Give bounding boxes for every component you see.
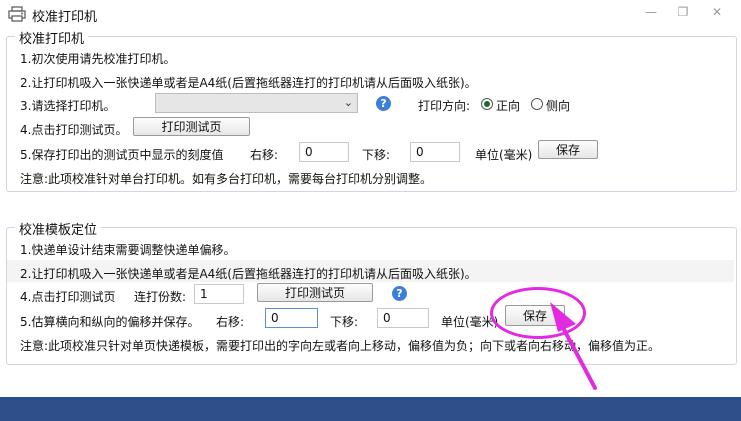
- s2-step1-text: 1.快递单设计结束需要调整快递单偏移。: [20, 243, 236, 257]
- s1-step1-text: 1.初次使用请先校准打印机。: [20, 52, 176, 66]
- radio-landscape-label: 侧向: [546, 99, 571, 113]
- window-controls: — ❐ ✕: [635, 2, 735, 24]
- copies-label: 连打份数:: [134, 290, 187, 304]
- minimize-icon: —: [645, 5, 657, 19]
- annotation-arrow-icon: [550, 302, 597, 390]
- copies-input[interactable]: 1: [194, 284, 244, 304]
- s2-print-test-button[interactable]: 打印测试页: [257, 283, 373, 302]
- title-bar: 校准打印机 — ❐ ✕: [0, 0, 741, 28]
- radio-portrait-label: 正向: [496, 99, 521, 113]
- s2-down-label: 下移:: [330, 315, 359, 329]
- s2-right-input[interactable]: 0: [265, 308, 318, 328]
- s2-down-input[interactable]: 0: [377, 308, 429, 328]
- window-title: 校准打印机: [32, 10, 98, 25]
- minimize-button[interactable]: —: [635, 2, 667, 22]
- s1-right-label: 右移:: [250, 148, 279, 162]
- s1-unit-label: 单位(毫米): [475, 148, 533, 162]
- printer-app-icon: [8, 6, 26, 22]
- s1-step3-label: 3.请选择打印机。: [20, 99, 116, 113]
- s1-step2-text: 2.让打印机吸入一张快递单或者是A4纸(后置拖纸器连打的打印机请从后面吸入纸张)…: [20, 76, 477, 90]
- s2-step4-label: 4.点击打印测试页: [20, 290, 116, 304]
- close-icon: ✕: [711, 5, 723, 19]
- template-position-legend: 校准模板定位: [15, 219, 102, 238]
- s1-down-input[interactable]: 0: [410, 142, 460, 162]
- print-direction-label: 打印方向:: [418, 99, 471, 113]
- help-icon[interactable]: ?: [392, 286, 407, 301]
- calibrate-printer-window: 校准打印机 — ❐ ✕ 校准打印机 1.初次使用请先校准打印机。 2.让打印机吸…: [0, 0, 741, 421]
- chevron-down-icon: ⌄: [343, 96, 353, 109]
- help-icon[interactable]: ?: [376, 96, 391, 111]
- printer-select[interactable]: ⌄: [155, 93, 358, 113]
- status-bar: [0, 397, 741, 421]
- calibrate-printer-legend: 校准打印机: [15, 28, 89, 47]
- s2-step2-text: 2.让打印机吸入一张快递单或者是A4纸(后置拖纸器连打的打印机请从后面吸入纸张)…: [20, 267, 477, 281]
- s2-step5-label: 5.估算横向和纵向的偏移并保存。: [20, 315, 200, 329]
- maximize-button[interactable]: ❐: [667, 2, 699, 22]
- radio-portrait[interactable]: [481, 98, 493, 110]
- maximize-icon: ❐: [677, 5, 689, 19]
- close-button[interactable]: ✕: [699, 2, 735, 22]
- s1-save-button[interactable]: 保存: [538, 140, 598, 159]
- s1-step4-label: 4.点击打印测试页。: [20, 123, 128, 137]
- s1-note: 注意:此项校准针对单台打印机。如有多台打印机，需要每台打印机分别调整。: [20, 172, 433, 186]
- s1-print-test-button[interactable]: 打印测试页: [133, 117, 250, 136]
- s1-right-input[interactable]: 0: [299, 142, 349, 162]
- s1-step5-label: 5.保存打印出的测试页中显示的刻度值: [20, 148, 224, 162]
- s2-right-label: 右移:: [216, 315, 245, 329]
- radio-landscape[interactable]: [531, 98, 543, 110]
- s1-down-label: 下移:: [362, 148, 391, 162]
